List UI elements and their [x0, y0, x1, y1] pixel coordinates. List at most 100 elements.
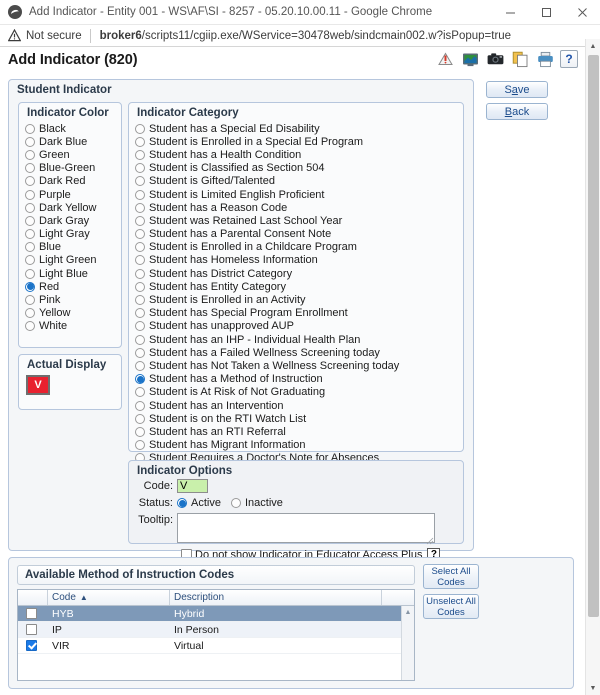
table-row[interactable]: IP In Person: [18, 622, 414, 638]
indicator-category-option[interactable]: Student is Gifted/Talented: [135, 175, 463, 188]
unselect-all-codes-button[interactable]: Unselect All Codes: [423, 594, 479, 619]
indicator-color-option[interactable]: Blue: [25, 241, 121, 254]
indicator-category-radio[interactable]: [135, 281, 145, 292]
row-checkbox[interactable]: [26, 624, 37, 635]
indicator-category-radio[interactable]: [135, 360, 145, 371]
column-header-description[interactable]: Description: [170, 590, 382, 605]
indicator-category-radio[interactable]: [135, 202, 145, 213]
status-active-radio[interactable]: [177, 498, 187, 508]
indicator-category-radio[interactable]: [135, 321, 145, 332]
indicator-color-radio[interactable]: [25, 295, 35, 306]
indicator-color-radio[interactable]: [25, 281, 35, 292]
indicator-category-radio[interactable]: [135, 413, 145, 424]
camera-icon[interactable]: [485, 49, 505, 69]
indicator-category-option[interactable]: Student has a Method of Instruction: [135, 373, 463, 386]
indicator-category-radio[interactable]: [135, 400, 145, 411]
indicator-category-option[interactable]: Student has Special Program Enrollment: [135, 307, 463, 320]
indicator-category-option[interactable]: Student has Entity Category: [135, 280, 463, 293]
indicator-category-option[interactable]: Student has an Intervention: [135, 399, 463, 412]
status-inactive-radio[interactable]: [230, 498, 241, 508]
indicator-category-option[interactable]: Student has Migrant Information: [135, 439, 463, 452]
indicator-color-radio[interactable]: [25, 242, 35, 253]
indicator-color-option[interactable]: Light Gray: [25, 228, 121, 241]
indicator-category-option[interactable]: Student was Retained Last School Year: [135, 214, 463, 227]
indicator-color-radio[interactable]: [25, 268, 35, 279]
indicator-color-option[interactable]: Dark Red: [25, 175, 121, 188]
indicator-category-radio[interactable]: [135, 308, 145, 319]
indicator-category-radio[interactable]: [135, 268, 145, 279]
indicator-category-radio[interactable]: [135, 295, 145, 306]
indicator-category-option[interactable]: Student is Enrolled in an Activity: [135, 293, 463, 306]
indicator-color-radio[interactable]: [25, 136, 35, 147]
table-row[interactable]: HYB Hybrid: [18, 606, 414, 622]
minimize-button[interactable]: [492, 0, 528, 25]
monitor-icon[interactable]: [460, 49, 480, 69]
indicator-color-option[interactable]: Yellow: [25, 307, 121, 320]
indicator-category-radio[interactable]: [135, 387, 145, 398]
scroll-up-icon[interactable]: ▲: [586, 39, 600, 53]
indicator-category-radio[interactable]: [135, 334, 145, 345]
indicator-category-option[interactable]: Student has a Health Condition: [135, 148, 463, 161]
save-button[interactable]: Sa ve: [486, 81, 548, 98]
copy-icon[interactable]: [510, 49, 530, 69]
indicator-category-option[interactable]: Student is Enrolled in a Childcare Progr…: [135, 241, 463, 254]
status-active-option[interactable]: Active: [177, 496, 221, 510]
indicator-category-radio[interactable]: [135, 255, 145, 266]
indicator-category-option[interactable]: Student is At Risk of Not Graduating: [135, 386, 463, 399]
close-button[interactable]: [564, 0, 600, 25]
indicator-category-radio[interactable]: [135, 123, 145, 134]
indicator-category-option[interactable]: Student has unapproved AUP: [135, 320, 463, 333]
indicator-color-radio[interactable]: [25, 189, 35, 200]
page-scrollbar[interactable]: ▲ ▼: [585, 39, 600, 695]
indicator-category-option[interactable]: Student has a Reason Code: [135, 201, 463, 214]
indicator-category-option[interactable]: Student has a Special Ed Disability: [135, 122, 463, 135]
indicator-category-option[interactable]: Student has a Parental Consent Note: [135, 228, 463, 241]
row-checkbox[interactable]: [26, 608, 37, 619]
status-inactive-option[interactable]: Inactive: [230, 496, 283, 510]
indicator-category-radio[interactable]: [135, 347, 145, 358]
table-row[interactable]: VIR Virtual: [18, 638, 414, 654]
indicator-category-radio[interactable]: [135, 242, 145, 253]
codes-grid-scrollbar[interactable]: ▲: [401, 606, 414, 680]
indicator-color-radio[interactable]: [25, 123, 35, 134]
address-bar[interactable]: Not secure broker6/scripts11/cgiip.exe/W…: [0, 25, 600, 47]
indicator-category-radio[interactable]: [135, 136, 145, 147]
indicator-color-option[interactable]: Dark Gray: [25, 214, 121, 227]
indicator-color-option[interactable]: Black: [25, 122, 121, 135]
indicator-category-radio[interactable]: [135, 374, 145, 385]
indicator-category-radio[interactable]: [135, 215, 145, 226]
indicator-color-option[interactable]: Blue-Green: [25, 162, 121, 175]
scroll-down-icon[interactable]: ▼: [586, 681, 600, 695]
scrollbar-thumb[interactable]: [588, 55, 599, 617]
indicator-category-radio[interactable]: [135, 149, 145, 160]
indicator-category-option[interactable]: Student has District Category: [135, 267, 463, 280]
indicator-category-radio[interactable]: [135, 440, 145, 451]
grid-scroll-up-icon[interactable]: ▲: [402, 606, 414, 618]
indicator-color-option[interactable]: Pink: [25, 293, 121, 306]
indicator-color-option[interactable]: Light Blue: [25, 267, 121, 280]
column-header-checkbox[interactable]: [18, 590, 48, 605]
indicator-category-option[interactable]: Student has an RTI Referral: [135, 425, 463, 438]
indicator-category-option[interactable]: Student is on the RTI Watch List: [135, 412, 463, 425]
indicator-category-option[interactable]: Student has a Failed Wellness Screening …: [135, 346, 463, 359]
indicator-category-option[interactable]: Student has Homeless Information: [135, 254, 463, 267]
indicator-color-option[interactable]: Dark Blue: [25, 135, 121, 148]
indicator-color-radio[interactable]: [25, 321, 35, 332]
indicator-color-radio[interactable]: [25, 176, 35, 187]
indicator-color-radio[interactable]: [25, 255, 35, 266]
help-button[interactable]: ?: [560, 50, 578, 68]
indicator-category-radio[interactable]: [135, 229, 145, 240]
indicator-color-radio[interactable]: [25, 163, 35, 174]
code-input[interactable]: [177, 479, 208, 493]
indicator-category-option[interactable]: Student is Enrolled in a Special Ed Prog…: [135, 135, 463, 148]
indicator-color-option[interactable]: White: [25, 320, 121, 333]
indicator-color-option[interactable]: Green: [25, 148, 121, 161]
indicator-color-option[interactable]: Purple: [25, 188, 121, 201]
indicator-color-radio[interactable]: [25, 215, 35, 226]
print-icon[interactable]: [535, 49, 555, 69]
row-checkbox[interactable]: [26, 640, 37, 651]
indicator-category-radio[interactable]: [135, 189, 145, 200]
maximize-button[interactable]: [528, 0, 564, 25]
indicator-category-option[interactable]: Student has Not Taken a Wellness Screeni…: [135, 359, 463, 372]
indicator-color-option[interactable]: Light Green: [25, 254, 121, 267]
